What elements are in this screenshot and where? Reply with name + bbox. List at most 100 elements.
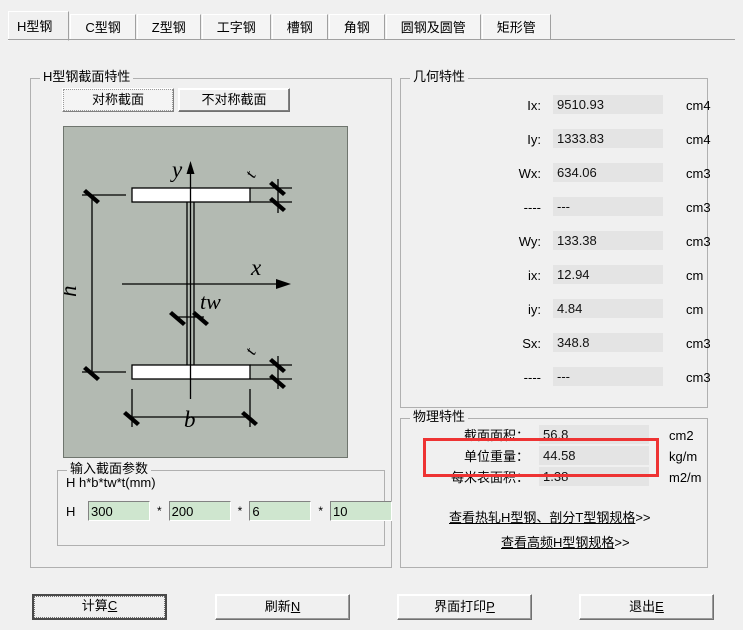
high-frequency-spec-link-text: 查看高频H型钢规格	[501, 535, 615, 550]
print-button-label: 界面打印	[434, 599, 487, 614]
geometry-row: Sx: 348.8 cm3	[401, 333, 711, 355]
diagram-label-b: b	[184, 407, 196, 432]
diagram-label-x: x	[250, 255, 262, 280]
row-label: 单位重量：	[463, 449, 529, 464]
tab-label: 角钢	[343, 20, 370, 35]
tab-rect-tube[interactable]: 矩形管	[481, 14, 551, 40]
row-value: 12.94	[553, 265, 663, 284]
tab-c-steel[interactable]: C型钢	[70, 14, 136, 40]
physical-properties-group: 物理特性 截面面积： 56.8 cm2 单位重量： 44.58 kg/m 每米表…	[400, 410, 708, 568]
dimension-input-row: H * * *	[66, 501, 393, 521]
row-unit: cm3	[686, 166, 711, 181]
geometry-row: Ix: 9510.93 cm4	[401, 95, 711, 117]
tab-round-steel[interactable]: 圆钢及圆管	[385, 14, 481, 40]
tab-underline	[8, 39, 735, 40]
row-unit: cm	[686, 268, 704, 283]
section-properties-title: H型钢截面特性	[40, 70, 134, 84]
row-unit: cm4	[686, 98, 711, 113]
tab-label: C型钢	[85, 20, 121, 35]
tab-list: H型钢 C型钢 Z型钢 工字钢 槽钢 角钢 圆钢及圆管 矩形管	[8, 10, 552, 41]
calculate-button-label: 计算	[81, 598, 108, 613]
exit-button[interactable]: 退出E	[579, 594, 714, 620]
geometric-properties-title: 几何特性	[410, 70, 469, 84]
hot-rolled-spec-link-suffix: >>	[635, 510, 651, 525]
hot-rolled-spec-link[interactable]: 查看热轧H型钢、剖分T型钢规格>>	[449, 507, 651, 526]
tab-i-beam[interactable]: 工字钢	[201, 14, 271, 40]
exit-button-label: 退出	[629, 599, 656, 614]
row-label: ix:	[528, 268, 541, 283]
row-value: 44.58	[539, 446, 649, 465]
print-button-accel: P	[486, 599, 495, 614]
geometry-row: ix: 12.94 cm	[401, 265, 707, 287]
row-value: 348.8	[553, 333, 663, 352]
high-frequency-spec-link[interactable]: 查看高频H型钢规格>>	[501, 532, 630, 551]
geometry-row: ---- --- cm3	[401, 367, 711, 389]
diagram-label-tw: tw	[200, 289, 221, 314]
exit-button-accel: E	[655, 599, 664, 614]
flange-thickness-input[interactable]	[330, 501, 393, 521]
print-button[interactable]: 界面打印P	[397, 594, 532, 620]
refresh-button-label: 刷新	[264, 599, 291, 614]
diagram-label-h: h	[64, 286, 81, 298]
row-value: ---	[553, 197, 663, 216]
geometry-row: Wx: 634.06 cm3	[401, 163, 711, 185]
tab-label: 圆钢及圆管	[400, 20, 466, 35]
calculate-button[interactable]: 计算C	[32, 594, 167, 620]
input-parameters-title: 输入截面参数	[67, 462, 152, 476]
row-unit: m2/m	[669, 470, 702, 485]
asymmetric-section-button[interactable]: 不对称截面	[178, 88, 290, 112]
input-parameters-group: 输入截面参数 H h*b*tw*t(mm) H * * *	[57, 462, 393, 546]
physical-row: 每米表面积： 1.38 m2/m	[401, 467, 707, 489]
physical-row: 单位重量： 44.58 kg/m	[401, 446, 707, 468]
diagram-label-t-bottom: t	[241, 344, 261, 358]
tab-label: 矩形管	[496, 20, 536, 35]
separator-3: *	[318, 504, 324, 518]
physical-row: 截面面积： 56.8 cm2	[401, 425, 707, 447]
row-label: Ix:	[527, 98, 541, 113]
row-label: Wx:	[518, 166, 541, 181]
row-value: ---	[553, 367, 663, 386]
row-label: Iy:	[527, 132, 541, 147]
row-label: 每米表面积：	[450, 470, 529, 485]
row-unit: cm3	[686, 234, 711, 249]
row-unit: cm3	[686, 336, 711, 351]
hot-rolled-spec-link-text: 查看热轧H型钢、剖分T型钢规格	[449, 510, 636, 525]
physical-properties-title: 物理特性	[410, 410, 469, 424]
geometry-row: Iy: 1333.83 cm4	[401, 129, 711, 151]
tab-angle-steel[interactable]: 角钢	[328, 14, 385, 40]
refresh-button-accel: N	[290, 599, 301, 614]
row-label: 截面面积：	[463, 428, 529, 443]
height-input[interactable]	[88, 501, 150, 521]
refresh-button[interactable]: 刷新N	[215, 594, 350, 620]
flange-width-input[interactable]	[168, 501, 231, 521]
symmetric-section-label: 对称截面	[63, 89, 173, 111]
tab-label: 工字钢	[216, 20, 256, 35]
tab-strip: H型钢 C型钢 Z型钢 工字钢 槽钢 角钢 圆钢及圆管 矩形管	[0, 0, 743, 41]
row-unit: cm3	[686, 200, 711, 215]
row-label: ----	[523, 370, 541, 385]
row-value: 9510.93	[553, 95, 663, 114]
row-unit: cm	[686, 302, 704, 317]
tab-z-steel[interactable]: Z型钢	[136, 14, 201, 40]
row-value: 4.84	[553, 299, 663, 318]
tab-channel-steel[interactable]: 槽钢	[271, 14, 328, 40]
tab-label: 槽钢	[286, 20, 313, 35]
tab-label: Z型钢	[151, 20, 186, 35]
geometry-row: iy: 4.84 cm	[401, 299, 707, 321]
geometry-row: Wy: 133.38 cm3	[401, 231, 711, 253]
row-unit: cm4	[686, 132, 711, 147]
tab-h-steel[interactable]: H型钢	[8, 11, 70, 41]
asymmetric-section-label: 不对称截面	[201, 92, 267, 107]
web-thickness-input[interactable]	[249, 501, 312, 521]
symmetric-section-button[interactable]: 对称截面	[62, 88, 174, 112]
row-value: 56.8	[539, 425, 649, 444]
row-value: 1333.83	[553, 129, 663, 148]
h-section-diagram: y x h b tw t t	[63, 126, 348, 458]
separator-1: *	[157, 504, 162, 518]
row-value: 634.06	[553, 163, 663, 182]
row-label: iy:	[528, 302, 541, 317]
row-label: Sx:	[522, 336, 541, 351]
calculate-button-accel: C	[107, 598, 118, 613]
row-value: 1.38	[539, 467, 649, 486]
row-unit: cm2	[669, 428, 694, 443]
